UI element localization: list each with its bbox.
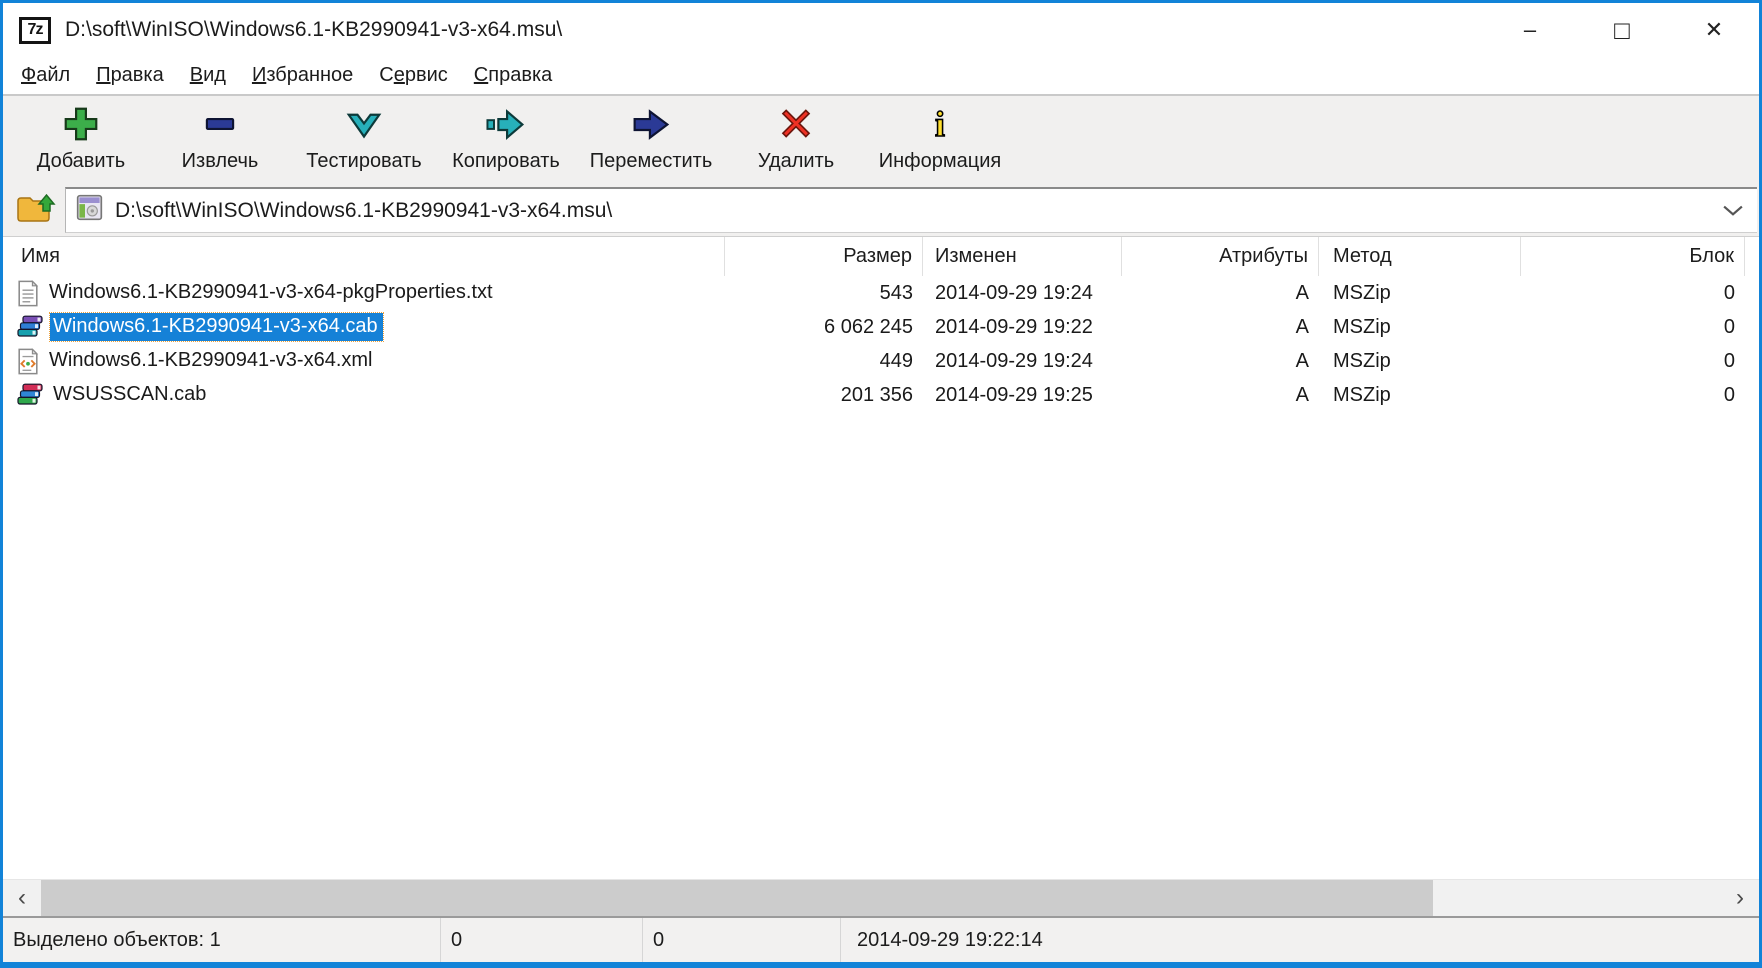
maximize-button[interactable]: □ bbox=[1599, 10, 1645, 50]
file-block: 0 bbox=[1521, 384, 1745, 407]
file-size: 6 062 245 bbox=[725, 316, 923, 339]
file-name: WSUSSCAN.cab bbox=[50, 381, 211, 409]
address-combobox[interactable]: D:\soft\WinISO\Windows6.1-KB2990941-v3-x… bbox=[65, 187, 1757, 233]
title-bar: 7z D:\soft\WinISO\Windows6.1-KB2990941-v… bbox=[3, 3, 1759, 57]
test-check-icon bbox=[289, 100, 439, 148]
app-7zip-icon: 7z bbox=[19, 17, 51, 44]
file-modified: 2014-09-29 19:25 bbox=[923, 384, 1122, 407]
file-block: 0 bbox=[1521, 282, 1745, 305]
msu-archive-icon bbox=[76, 194, 103, 227]
menu-bar: Файл Правка Вид Избранное Сервис Справка bbox=[3, 57, 1759, 94]
up-one-level-button[interactable] bbox=[13, 189, 59, 231]
status-selected-objects: Выделено объектов: 1 bbox=[3, 918, 441, 962]
file-size: 201 356 bbox=[725, 384, 923, 407]
status-value-2: 0 bbox=[643, 918, 841, 962]
cab-archive-icon bbox=[17, 382, 43, 408]
menu-help[interactable]: Справка bbox=[461, 62, 565, 89]
app-window: 7z D:\soft\WinISO\Windows6.1-KB2990941-v… bbox=[0, 0, 1762, 968]
file-attributes: A bbox=[1122, 350, 1319, 373]
window-controls: – □ ✕ bbox=[1507, 3, 1737, 57]
status-bar: Выделено объектов: 1 0 0 2014-09-29 19:2… bbox=[3, 916, 1759, 962]
minimize-button[interactable]: – bbox=[1507, 10, 1553, 50]
file-size: 449 bbox=[725, 350, 923, 373]
add-button[interactable]: Добавить bbox=[20, 100, 142, 173]
info-icon: i bbox=[860, 100, 1020, 148]
file-size: 543 bbox=[725, 282, 923, 305]
file-list: Имя Размер Изменен Атрибуты Метод Блок W… bbox=[3, 236, 1759, 879]
svg-text:i: i bbox=[935, 105, 945, 143]
menu-view[interactable]: Вид bbox=[177, 62, 239, 89]
status-value-1: 0 bbox=[441, 918, 643, 962]
column-header-filler bbox=[1745, 237, 1759, 276]
scroll-right-arrow-icon[interactable]: › bbox=[1721, 880, 1759, 916]
text-file-icon bbox=[17, 280, 39, 307]
file-modified: 2014-09-29 19:24 bbox=[923, 350, 1122, 373]
close-button[interactable]: ✕ bbox=[1691, 10, 1737, 50]
table-row[interactable]: Windows6.1-KB2990941-v3-x64.xml 449 2014… bbox=[3, 344, 1759, 378]
delete-x-icon bbox=[736, 100, 856, 148]
menu-tools[interactable]: Сервис bbox=[366, 62, 461, 89]
scrollbar-thumb[interactable] bbox=[41, 880, 1433, 916]
copy-button[interactable]: Копировать bbox=[431, 100, 581, 173]
window-title: D:\soft\WinISO\Windows6.1-KB2990941-v3-x… bbox=[65, 18, 562, 42]
move-button[interactable]: Переместить bbox=[571, 100, 731, 173]
file-block: 0 bbox=[1521, 350, 1745, 373]
column-header-attributes[interactable]: Атрибуты bbox=[1122, 237, 1319, 276]
cab-archive-icon bbox=[17, 314, 43, 340]
file-method: MSZip bbox=[1319, 350, 1521, 373]
horizontal-scrollbar: ‹ › bbox=[3, 879, 1759, 916]
extract-minus-icon bbox=[159, 100, 281, 148]
toolbar: Добавить Извлечь Тестировать Копировать … bbox=[3, 96, 1759, 184]
column-header-size[interactable]: Размер bbox=[725, 237, 923, 276]
copy-arrow-icon bbox=[431, 100, 581, 148]
test-button[interactable]: Тестировать bbox=[289, 100, 439, 173]
file-name: Windows6.1-KB2990941-v3-x64.xml bbox=[46, 347, 378, 375]
folder-up-icon bbox=[15, 189, 57, 232]
file-attributes: A bbox=[1122, 384, 1319, 407]
file-name: Windows6.1-KB2990941-v3-x64-pkgPropertie… bbox=[46, 279, 498, 307]
file-modified: 2014-09-29 19:22 bbox=[923, 316, 1122, 339]
file-name: Windows6.1-KB2990941-v3-x64.cab bbox=[50, 313, 383, 341]
table-row[interactable]: Windows6.1-KB2990941-v3-x64-pkgPropertie… bbox=[3, 276, 1759, 310]
file-method: MSZip bbox=[1319, 282, 1521, 305]
table-row-selected[interactable]: Windows6.1-KB2990941-v3-x64.cab 6 062 24… bbox=[3, 310, 1759, 344]
scrollbar-track[interactable] bbox=[41, 880, 1721, 916]
info-button[interactable]: i Информация bbox=[860, 100, 1020, 173]
address-row: D:\soft\WinISO\Windows6.1-KB2990941-v3-x… bbox=[3, 184, 1759, 236]
extract-button[interactable]: Извлечь bbox=[159, 100, 281, 173]
file-attributes: A bbox=[1122, 282, 1319, 305]
column-header-name[interactable]: Имя bbox=[3, 237, 725, 276]
file-method: MSZip bbox=[1319, 316, 1521, 339]
add-plus-icon bbox=[20, 100, 142, 148]
menu-edit[interactable]: Правка bbox=[83, 62, 177, 89]
status-timestamp: 2014-09-29 19:22:14 bbox=[841, 918, 1759, 962]
list-header: Имя Размер Изменен Атрибуты Метод Блок bbox=[3, 237, 1759, 276]
xml-file-icon bbox=[17, 348, 39, 375]
chevron-down-icon[interactable] bbox=[1723, 199, 1743, 223]
address-path: D:\soft\WinISO\Windows6.1-KB2990941-v3-x… bbox=[115, 199, 612, 223]
column-header-modified[interactable]: Изменен bbox=[923, 237, 1122, 276]
menu-file[interactable]: Файл bbox=[8, 62, 83, 89]
delete-button[interactable]: Удалить bbox=[736, 100, 856, 173]
file-block: 0 bbox=[1521, 316, 1745, 339]
file-method: MSZip bbox=[1319, 384, 1521, 407]
table-row[interactable]: WSUSSCAN.cab 201 356 2014-09-29 19:25 A … bbox=[3, 378, 1759, 412]
file-attributes: A bbox=[1122, 316, 1319, 339]
scroll-left-arrow-icon[interactable]: ‹ bbox=[3, 880, 41, 916]
move-arrow-icon bbox=[571, 100, 731, 148]
column-header-method[interactable]: Метод bbox=[1319, 237, 1521, 276]
file-modified: 2014-09-29 19:24 bbox=[923, 282, 1122, 305]
column-header-block[interactable]: Блок bbox=[1521, 237, 1745, 276]
menu-favorites[interactable]: Избранное bbox=[239, 62, 366, 89]
